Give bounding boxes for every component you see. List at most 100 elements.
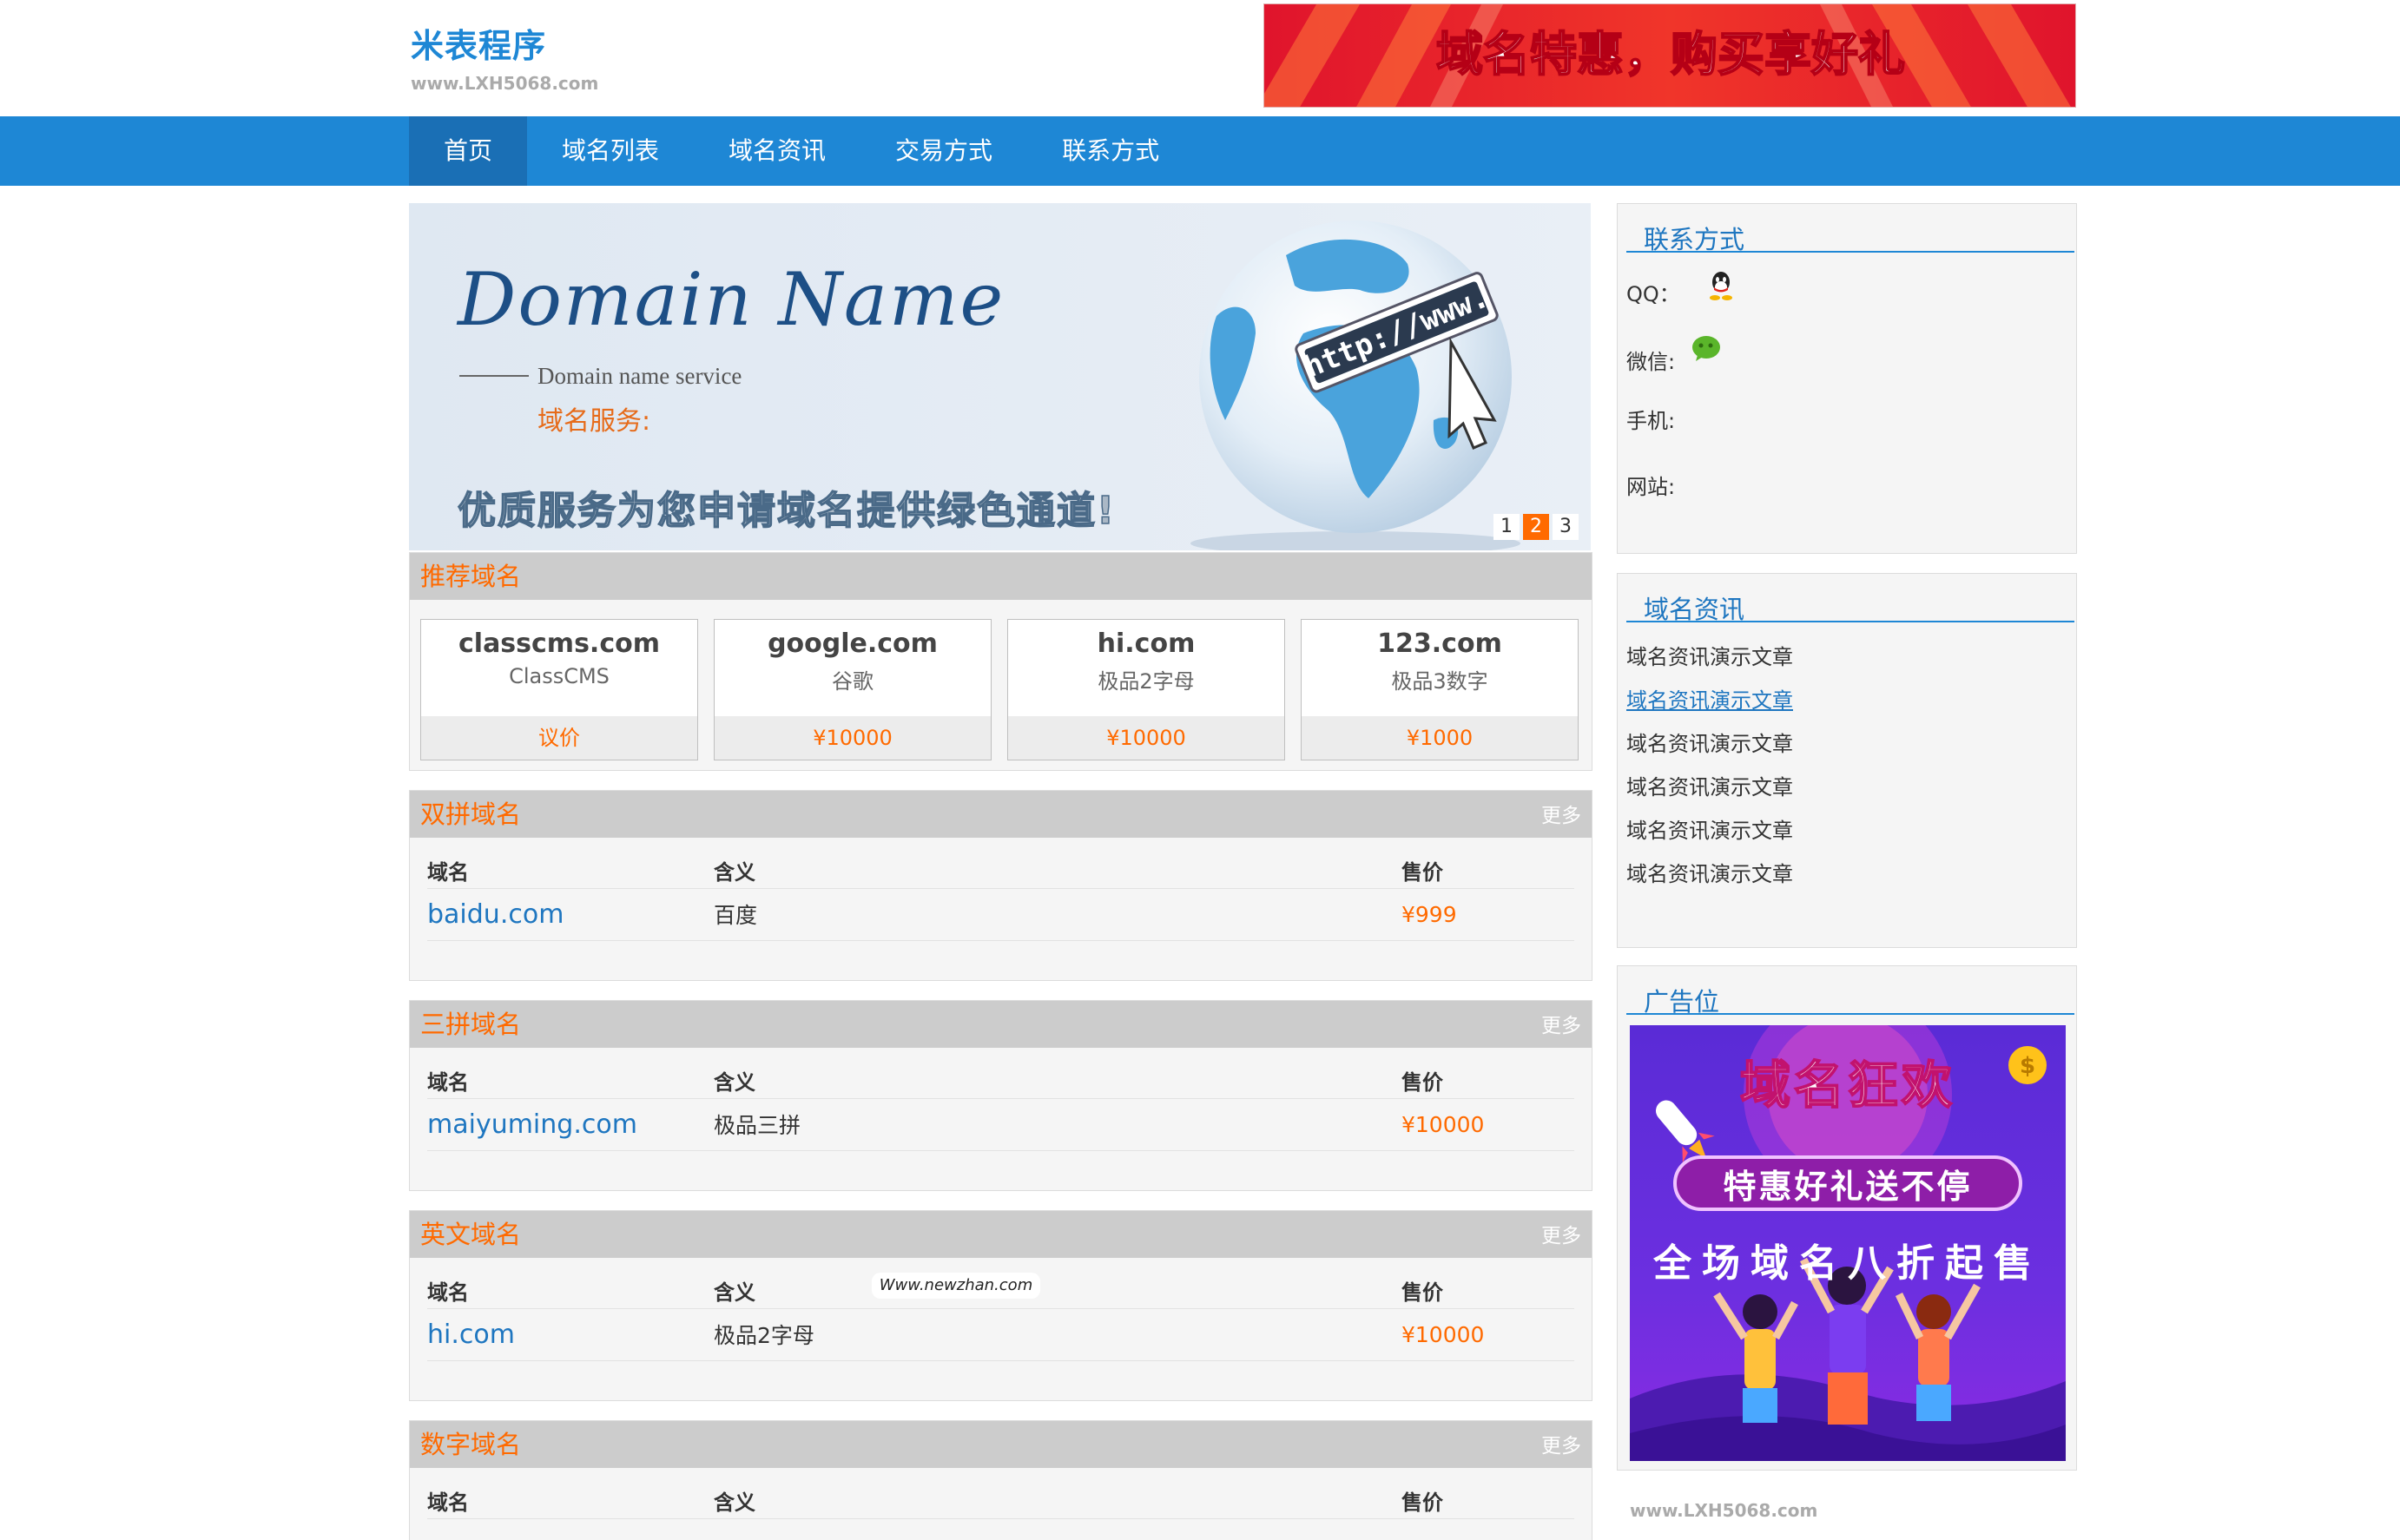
top-banner-ad[interactable]: 域名特惠，购买享好礼 (1263, 3, 2076, 108)
hero-subtitle: Domain name service (537, 363, 742, 389)
watermark: Www.newzhan.com (872, 1273, 1040, 1299)
recommended-card[interactable]: hi.com 极品2字母 ¥10000 (1007, 619, 1285, 760)
domain-price: ¥10000 (1401, 1098, 1574, 1151)
section-header: 双拼域名 更多 (410, 791, 1592, 838)
recommended-desc: ClassCMS (509, 664, 610, 688)
top-banner-text: 域名特惠，购买享好礼 (1436, 27, 1905, 82)
col-price: 售价 (1401, 838, 1574, 889)
col-domain: 域名 (427, 1258, 714, 1309)
ad-panel: 广告位 $ 域名狂欢 特惠好礼送不停 全场域名八折起售 (1617, 965, 2077, 1471)
table-header-row: 域名 含义 售价 (427, 838, 1574, 889)
slider-page-2[interactable]: 2 (1523, 514, 1549, 540)
domain-price: ¥10000 (1401, 1308, 1574, 1361)
nav-item-trade-method[interactable]: 交易方式 (860, 116, 1027, 186)
domain-price: ¥999 (1401, 888, 1574, 941)
ad-title: 广告位 (1644, 987, 1720, 1017)
nav-item-domain-list[interactable]: 域名列表 (527, 116, 694, 186)
slider-page-3[interactable]: 3 (1553, 514, 1579, 540)
news-panel: 域名资讯 域名资讯演示文章 域名资讯演示文章 域名资讯演示文章 域名资讯演示文章… (1617, 573, 2077, 948)
recommended-card[interactable]: google.com 谷歌 ¥10000 (714, 619, 992, 760)
table-row: hi.com 极品2字母 ¥10000 (427, 1308, 1574, 1361)
hero-subtitle-cn: 域名服务: (537, 406, 651, 437)
news-item[interactable]: 域名资讯演示文章 (1626, 727, 1793, 757)
recommended-domain: hi.com (1097, 629, 1196, 659)
ad-line-3: 全场域名八折起售 (1653, 1241, 2042, 1286)
col-meaning: 含义 (714, 1468, 1401, 1519)
hero-subtitle-line (459, 375, 529, 377)
recommended-price: 议价 (421, 716, 697, 760)
table-header-row: 域名 含义 售价 (427, 1468, 1574, 1519)
hero-slider[interactable]: http://www. Domain Name Domain name serv… (409, 203, 1591, 550)
recommended-domain: google.com (768, 629, 938, 659)
domain-link[interactable]: maiyuming.com (427, 1098, 714, 1151)
table-row: baidu.com 百度 ¥999 (427, 888, 1574, 941)
domain-meaning: 极品2字母 (714, 1308, 1401, 1361)
ad-banner[interactable]: $ 域名狂欢 特惠好礼送不停 全场域名八折起售 (1630, 1025, 2066, 1461)
ad-line-2: 特惠好礼送不停 (1673, 1155, 2022, 1211)
section-header: 数字域名 更多 (410, 1421, 1592, 1468)
news-item[interactable]: 域名资讯演示文章 (1626, 813, 1793, 844)
section-panel-number: 数字域名 更多 域名 含义 售价 (409, 1420, 1592, 1540)
contact-title: 联系方式 (1644, 225, 1745, 254)
section-title: 数字域名 (420, 1430, 522, 1459)
domain-table: 域名 含义 售价 (427, 1468, 1574, 1519)
recommended-card[interactable]: 123.com 极品3数字 ¥1000 (1301, 619, 1579, 760)
contact-wechat-label: 微信: (1626, 350, 1676, 374)
recommended-card[interactable]: classcms.com ClassCMS 议价 (420, 619, 698, 760)
col-meaning: 含义 (714, 1258, 1401, 1309)
section-panel-english: 英文域名 更多 域名 含义 售价 hi.com 极品2字母 ¥10000 (409, 1210, 1592, 1401)
domain-table: 域名 含义 售价 maiyuming.com 极品三拼 ¥10000 (427, 1048, 1574, 1151)
domain-meaning: 百度 (714, 888, 1401, 941)
slider-page-1[interactable]: 1 (1493, 514, 1520, 540)
col-domain: 域名 (427, 1048, 714, 1099)
section-panel-pinyin2: 双拼域名 更多 域名 含义 售价 baidu.com 百度 ¥999 (409, 790, 1592, 981)
nav-item-contact[interactable]: 联系方式 (1027, 116, 1194, 186)
site-header: 米表程序 www.LXH5068.com 域名特惠，购买享好礼 (0, 0, 2400, 116)
ad-title-bar: 广告位 (1626, 982, 2074, 1017)
more-link[interactable]: 更多 (1541, 791, 1581, 841)
news-item[interactable]: 域名资讯演示文章 (1626, 770, 1793, 800)
news-title-bar: 域名资讯 (1626, 589, 2074, 624)
section-header: 英文域名 更多 (410, 1211, 1592, 1258)
recommended-desc: 谷歌 (832, 669, 874, 694)
contact-title-bar: 联系方式 (1626, 220, 2074, 254)
recommended-domain: 123.com (1377, 629, 1502, 659)
more-link[interactable]: 更多 (1541, 1211, 1581, 1261)
col-domain: 域名 (427, 838, 714, 889)
contact-site-label: 网站: (1626, 475, 1676, 499)
col-price: 售价 (1401, 1258, 1574, 1309)
nav-items: 首页 域名列表 域名资讯 交易方式 联系方式 (409, 116, 1194, 186)
news-title: 域名资讯 (1644, 595, 1745, 624)
more-link[interactable]: 更多 (1541, 1001, 1581, 1051)
nav-item-home[interactable]: 首页 (409, 116, 528, 186)
ad-line-1: 域名狂欢 (1739, 1055, 1955, 1116)
recommended-list: classcms.com ClassCMS 议价 google.com 谷歌 ¥… (410, 600, 1592, 760)
news-item[interactable]: 域名资讯演示文章 (1626, 683, 1793, 714)
recommended-title: 推荐域名 (420, 562, 522, 591)
recommended-desc: 极品3数字 (1391, 669, 1488, 694)
col-meaning: 含义 (714, 838, 1401, 889)
domain-link[interactable]: hi.com (427, 1308, 714, 1361)
contact-panel: 联系方式 QQ： 微信: 手机: 网站: (1617, 203, 2077, 554)
qq-icon[interactable] (1706, 270, 1736, 301)
footer-url: www.LXH5068.com (1630, 1500, 1818, 1521)
domain-link[interactable]: baidu.com (427, 888, 714, 941)
nav-item-domain-news[interactable]: 域名资讯 (694, 116, 860, 186)
site-title[interactable]: 米表程序 (411, 19, 546, 67)
col-meaning: 含义 (714, 1048, 1401, 1099)
recommended-price: ¥10000 (715, 716, 991, 760)
contact-phone-label: 手机: (1626, 409, 1676, 433)
recommended-desc: 极品2字母 (1098, 669, 1195, 694)
slider-pager: 1 2 3 (1493, 514, 1579, 540)
news-item[interactable]: 域名资讯演示文章 (1626, 640, 1793, 670)
col-domain: 域名 (427, 1468, 714, 1519)
news-item[interactable]: 域名资讯演示文章 (1626, 857, 1793, 887)
main-nav: 首页 域名列表 域名资讯 交易方式 联系方式 (0, 116, 2400, 186)
more-link[interactable]: 更多 (1541, 1421, 1581, 1471)
wechat-icon[interactable] (1691, 334, 1722, 362)
section-title: 英文域名 (420, 1220, 522, 1249)
section-header: 三拼域名 更多 (410, 1001, 1592, 1048)
recommended-header: 推荐域名 (410, 553, 1592, 600)
col-price: 售价 (1401, 1048, 1574, 1099)
domain-meaning: 极品三拼 (714, 1098, 1401, 1151)
